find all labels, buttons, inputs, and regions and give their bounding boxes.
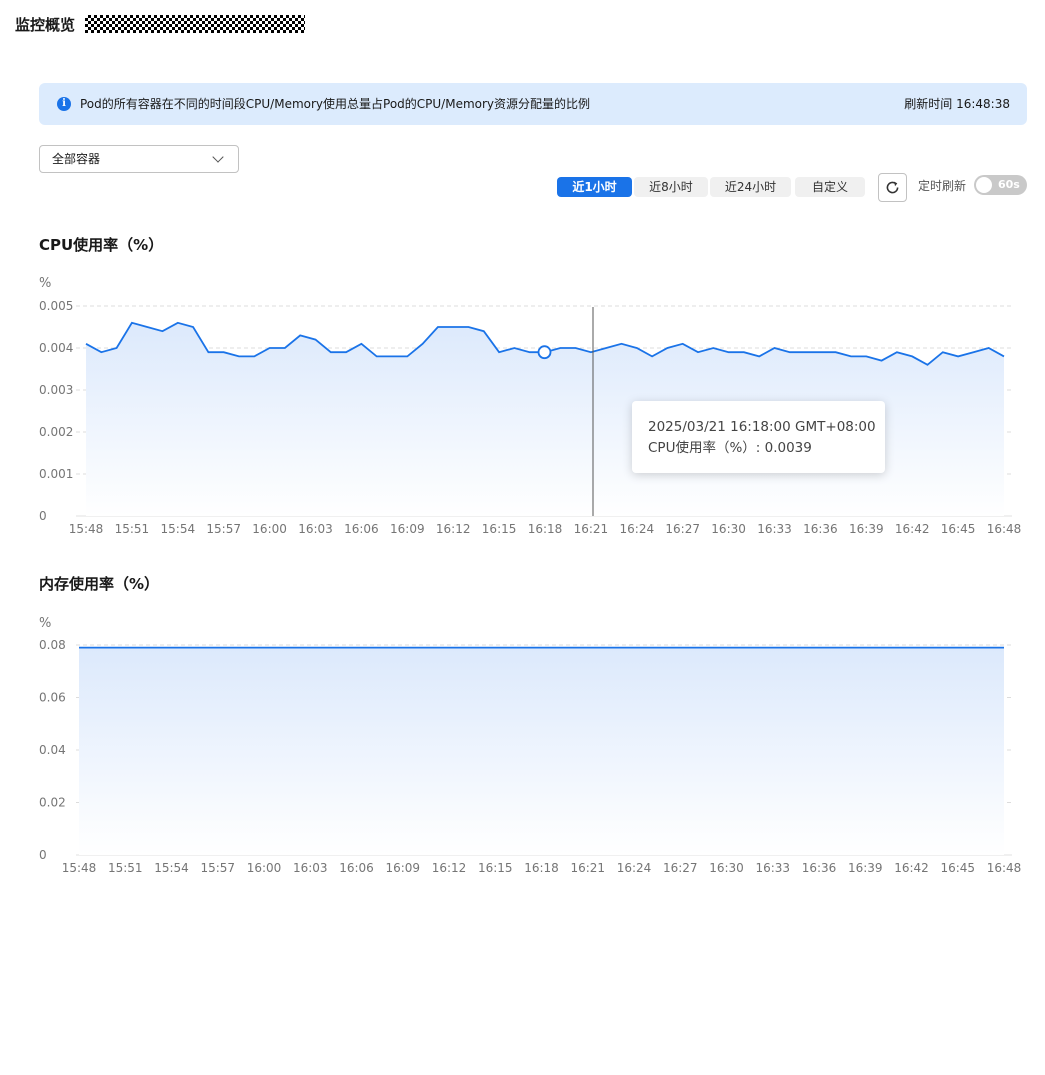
x-tick-label: 16:36 — [802, 861, 837, 875]
auto-refresh-label: 定时刷新 — [918, 179, 967, 193]
tab-8h[interactable]: 近8小时 — [634, 177, 708, 197]
tab-1h[interactable]: 近1小时 — [557, 177, 632, 197]
x-tick-label: 16:39 — [849, 522, 884, 536]
refresh-time: 刷新时间 16:48:38 — [904, 97, 1010, 111]
info-icon: i — [57, 97, 71, 111]
x-tick-label: 16:45 — [941, 522, 976, 536]
x-tick-label: 15:48 — [69, 522, 104, 536]
x-tick-label: 16:06 — [339, 861, 374, 875]
x-tick-label: 16:21 — [574, 522, 609, 536]
x-tick-label: 15:51 — [108, 861, 143, 875]
x-tick-label: 16:24 — [620, 522, 655, 536]
y-tick-label: 0.001 — [39, 467, 73, 481]
series-area — [79, 647, 1004, 855]
x-tick-label: 16:03 — [293, 861, 328, 875]
x-tick-label: 16:15 — [478, 861, 513, 875]
y-tick-label: 0.005 — [39, 299, 73, 313]
y-tick-label: 0.002 — [39, 425, 73, 439]
x-tick-label: 15:51 — [115, 522, 150, 536]
y-tick-label: 0.02 — [39, 796, 66, 810]
chevron-down-icon — [212, 151, 224, 163]
x-tick-label: 16:18 — [524, 861, 559, 875]
x-tick-label: 15:54 — [161, 522, 196, 536]
toggle-interval: 60s — [998, 178, 1020, 191]
container-select[interactable]: 全部容器 — [39, 145, 239, 173]
x-tick-label: 16:21 — [570, 861, 605, 875]
x-tick-label: 16:27 — [663, 861, 698, 875]
x-tick-label: 16:48 — [987, 522, 1022, 536]
tooltip-value: CPU使用率（%）: 0.0039 — [648, 440, 812, 456]
x-tick-label: 16:36 — [803, 522, 838, 536]
cpu-chart[interactable]: % 0 0.001 0.002 0.003 0.004 0.005 15:48 15:51 15:… — [0, 270, 1045, 542]
x-tick-label: 16:33 — [757, 522, 792, 536]
y-tick-label: 0.06 — [39, 691, 66, 705]
tooltip: 2025/03/21 16:18:00 GMT+08:00 CPU使用率（%）:… — [632, 401, 885, 473]
x-tick-label: 16:30 — [709, 861, 744, 875]
x-tick-label: 16:18 — [528, 522, 563, 536]
y-tick-label: 0.08 — [39, 638, 66, 652]
x-tick-label: 16:09 — [390, 522, 425, 536]
x-tick-label: 16:42 — [895, 522, 930, 536]
x-tick-label: 16:00 — [252, 522, 287, 536]
y-axis-unit: % — [39, 276, 51, 291]
x-tick-label: 16:24 — [617, 861, 652, 875]
x-tick-label: 16:12 — [432, 861, 467, 875]
info-banner: i Pod的所有容器在不同的时间段CPU/Memory使用总量占Pod的CPU/… — [39, 83, 1027, 125]
refresh-button[interactable] — [878, 173, 907, 202]
y-axis-unit: % — [39, 616, 51, 631]
x-tick-label: 15:48 — [62, 861, 97, 875]
container-select-value: 全部容器 — [52, 152, 101, 166]
x-tick-label: 16:42 — [894, 861, 929, 875]
tab-24h[interactable]: 近24小时 — [710, 177, 791, 197]
y-tick-label: 0.004 — [39, 341, 73, 355]
x-tick-label: 16:15 — [482, 522, 517, 536]
page-title: 监控概览 — [15, 16, 76, 34]
x-tick-label: 16:33 — [755, 861, 790, 875]
x-tick-label: 16:39 — [848, 861, 883, 875]
memory-chart-title: 内存使用率（%） — [39, 575, 160, 593]
x-tick-label: 16:48 — [987, 861, 1022, 875]
redacted-block — [85, 15, 305, 33]
info-text: Pod的所有容器在不同的时间段CPU/Memory使用总量占Pod的CPU/Me… — [80, 97, 591, 111]
x-tick-label: 16:00 — [247, 861, 282, 875]
y-tick-label: 0.04 — [39, 743, 66, 757]
toggle-knob — [976, 177, 992, 193]
refresh-icon — [886, 181, 899, 194]
x-tick-label: 16:45 — [940, 861, 975, 875]
tooltip-time: 2025/03/21 16:18:00 GMT+08:00 — [648, 419, 876, 435]
x-tick-label: 16:12 — [436, 522, 471, 536]
x-tick-label: 16:27 — [665, 522, 700, 536]
y-tick-label: 0 — [39, 509, 47, 523]
hover-point — [537, 345, 552, 360]
x-tick-label: 16:09 — [385, 861, 420, 875]
x-tick-label: 15:57 — [206, 522, 241, 536]
cpu-chart-title: CPU使用率（%） — [39, 236, 164, 254]
x-tick-label: 15:57 — [200, 861, 235, 875]
x-tick-label: 15:54 — [154, 861, 189, 875]
tab-custom[interactable]: 自定义 — [795, 177, 865, 197]
auto-refresh-toggle[interactable]: 60s — [974, 175, 1027, 195]
x-tick-label: 16:06 — [344, 522, 379, 536]
y-tick-label: 0.003 — [39, 383, 73, 397]
memory-chart[interactable]: % 0 0.02 0.04 0.06 0.08 15:48 15:51 15:54 15:57 16… — [0, 610, 1045, 882]
x-tick-label: 16:30 — [711, 522, 746, 536]
x-tick-label: 16:03 — [298, 522, 333, 536]
y-tick-label: 0 — [39, 848, 47, 862]
